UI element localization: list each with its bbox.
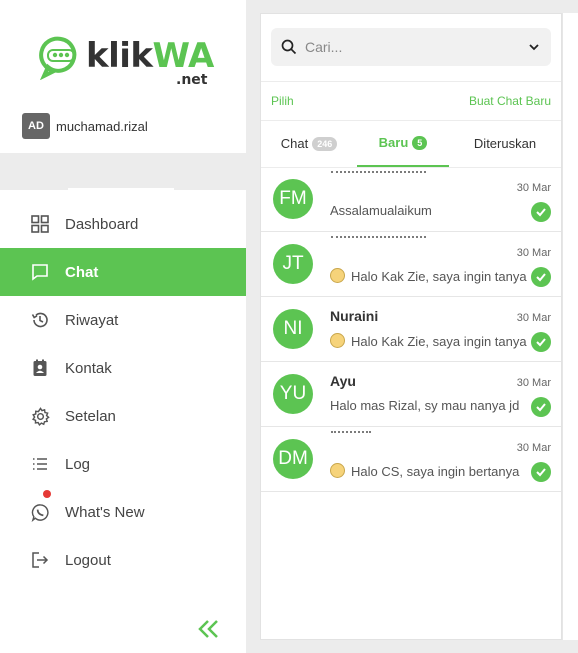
sidebar: klikWA .net AD muchamad.rizal Dashboard …: [0, 0, 246, 653]
nav-item-kontak[interactable]: Kontak: [0, 344, 246, 392]
nav-label: Setelan: [65, 407, 116, 425]
redacted-name: [331, 431, 371, 439]
nav-item-whats-new[interactable]: What's New: [0, 488, 246, 536]
redacted-name: [331, 171, 426, 179]
emoji-icon: [330, 333, 345, 348]
nav-label: Kontak: [65, 359, 112, 377]
new-chat-link[interactable]: Buat Chat Baru: [469, 94, 551, 108]
nav-label: Log: [65, 455, 91, 473]
check-icon: [531, 397, 551, 417]
contact-avatar: NI: [273, 309, 313, 349]
nav-label: Logout: [65, 551, 111, 569]
message-preview: Halo Kak Zie, saya ingin tanya: [330, 268, 535, 284]
nav-item-logout[interactable]: Logout: [0, 536, 246, 584]
chevron-down-icon[interactable]: [527, 40, 541, 54]
tab-chat[interactable]: Chat 246: [261, 120, 357, 167]
nav-label: Dashboard: [65, 215, 139, 233]
search-placeholder: Cari...: [305, 39, 343, 55]
contact-avatar: JT: [273, 244, 313, 284]
contact-name: Ayu: [330, 373, 356, 389]
chat-list-panel: Cari... Pilih Buat Chat Baru Chat 246 Ba…: [260, 13, 562, 640]
collapse-sidebar-icon[interactable]: [197, 618, 221, 640]
check-icon: [531, 202, 551, 222]
message-date: 30 Mar: [516, 377, 551, 389]
user-profile[interactable]: AD muchamad.rizal: [22, 113, 148, 139]
count-badge: 5: [412, 135, 428, 150]
klikwa-logo[interactable]: klikWA .net: [38, 34, 214, 90]
gear-icon: [30, 406, 50, 426]
chat-icon: [30, 262, 50, 282]
message-date: 30 Mar: [516, 247, 551, 259]
conversation-pane-edge: [562, 13, 578, 640]
message-date: 30 Mar: [516, 442, 551, 454]
contact-name: Nuraini: [330, 308, 379, 324]
dashboard-icon: [30, 214, 50, 234]
count-badge: 246: [312, 136, 338, 151]
whatsapp-icon: [30, 502, 50, 522]
chat-list-item[interactable]: NI Nuraini 30 Mar Halo Kak Zie, saya ing…: [261, 297, 561, 362]
contact-icon: [30, 358, 50, 378]
chat-list-item[interactable]: JT 30 Mar Halo Kak Zie, saya ingin tanya: [261, 232, 561, 297]
sidebar-nav: Dashboard Chat Riwayat Kontak Setelan Lo…: [0, 200, 246, 584]
chat-list-item[interactable]: FM 30 Mar Assalamualaikum: [261, 167, 561, 232]
redacted-name: [331, 236, 426, 244]
divider-band: [0, 153, 246, 190]
tab-label: Chat: [280, 136, 309, 151]
avatar: AD: [22, 113, 50, 139]
check-icon: [531, 267, 551, 287]
divider: [261, 81, 561, 82]
nav-item-riwayat[interactable]: Riwayat: [0, 296, 246, 344]
message-date: 30 Mar: [516, 182, 551, 194]
message-preview: Assalamualaikum: [330, 203, 432, 218]
contact-avatar: DM: [273, 439, 313, 479]
message-preview: Halo mas Rizal, sy mau nanya jd: [330, 398, 520, 413]
list-actions: Pilih Buat Chat Baru: [271, 94, 551, 108]
message-preview: Halo CS, saya ingin bertanya: [330, 463, 535, 479]
search-icon: [281, 39, 297, 55]
check-icon: [531, 332, 551, 352]
nav-item-log[interactable]: Log: [0, 440, 246, 488]
contact-avatar: FM: [273, 179, 313, 219]
emoji-icon: [330, 463, 345, 478]
username: muchamad.rizal: [56, 118, 148, 134]
logo-suffix: .net: [176, 72, 208, 88]
nav-label: Chat: [65, 263, 99, 281]
nav-label: What's New: [65, 503, 145, 521]
tab-label: Diteruskan: [473, 136, 537, 151]
chat-tabs: Chat 246 Baru 5 Diteruskan: [261, 120, 561, 167]
log-icon: [30, 454, 50, 474]
chat-list-item[interactable]: YU Ayu 30 Mar Halo mas Rizal, sy mau nan…: [261, 362, 561, 427]
tab-label: Baru: [378, 135, 409, 150]
logo-wordmark: klikWA: [86, 36, 214, 76]
contact-avatar: YU: [273, 374, 313, 414]
message-date: 30 Mar: [516, 312, 551, 324]
emoji-icon: [330, 268, 345, 283]
chat-list: FM 30 Mar Assalamualaikum JT 30 Mar Halo…: [261, 167, 561, 492]
nav-item-setelan[interactable]: Setelan: [0, 392, 246, 440]
select-link[interactable]: Pilih: [271, 94, 294, 108]
nav-item-dashboard[interactable]: Dashboard: [0, 200, 246, 248]
nav-item-chat[interactable]: Chat: [0, 248, 246, 296]
logo-chat-icon: [39, 36, 77, 80]
check-icon: [531, 462, 551, 482]
tab-diteruskan[interactable]: Diteruskan: [449, 120, 561, 167]
chat-list-item[interactable]: DM 30 Mar Halo CS, saya ingin bertanya: [261, 427, 561, 492]
search-input[interactable]: Cari...: [271, 28, 551, 66]
tab-baru[interactable]: Baru 5: [357, 120, 449, 167]
history-icon: [30, 310, 50, 330]
message-preview: Halo Kak Zie, saya ingin tanya: [330, 333, 535, 349]
logout-icon: [30, 550, 50, 570]
nav-label: Riwayat: [65, 311, 119, 329]
notification-dot: [43, 490, 51, 498]
